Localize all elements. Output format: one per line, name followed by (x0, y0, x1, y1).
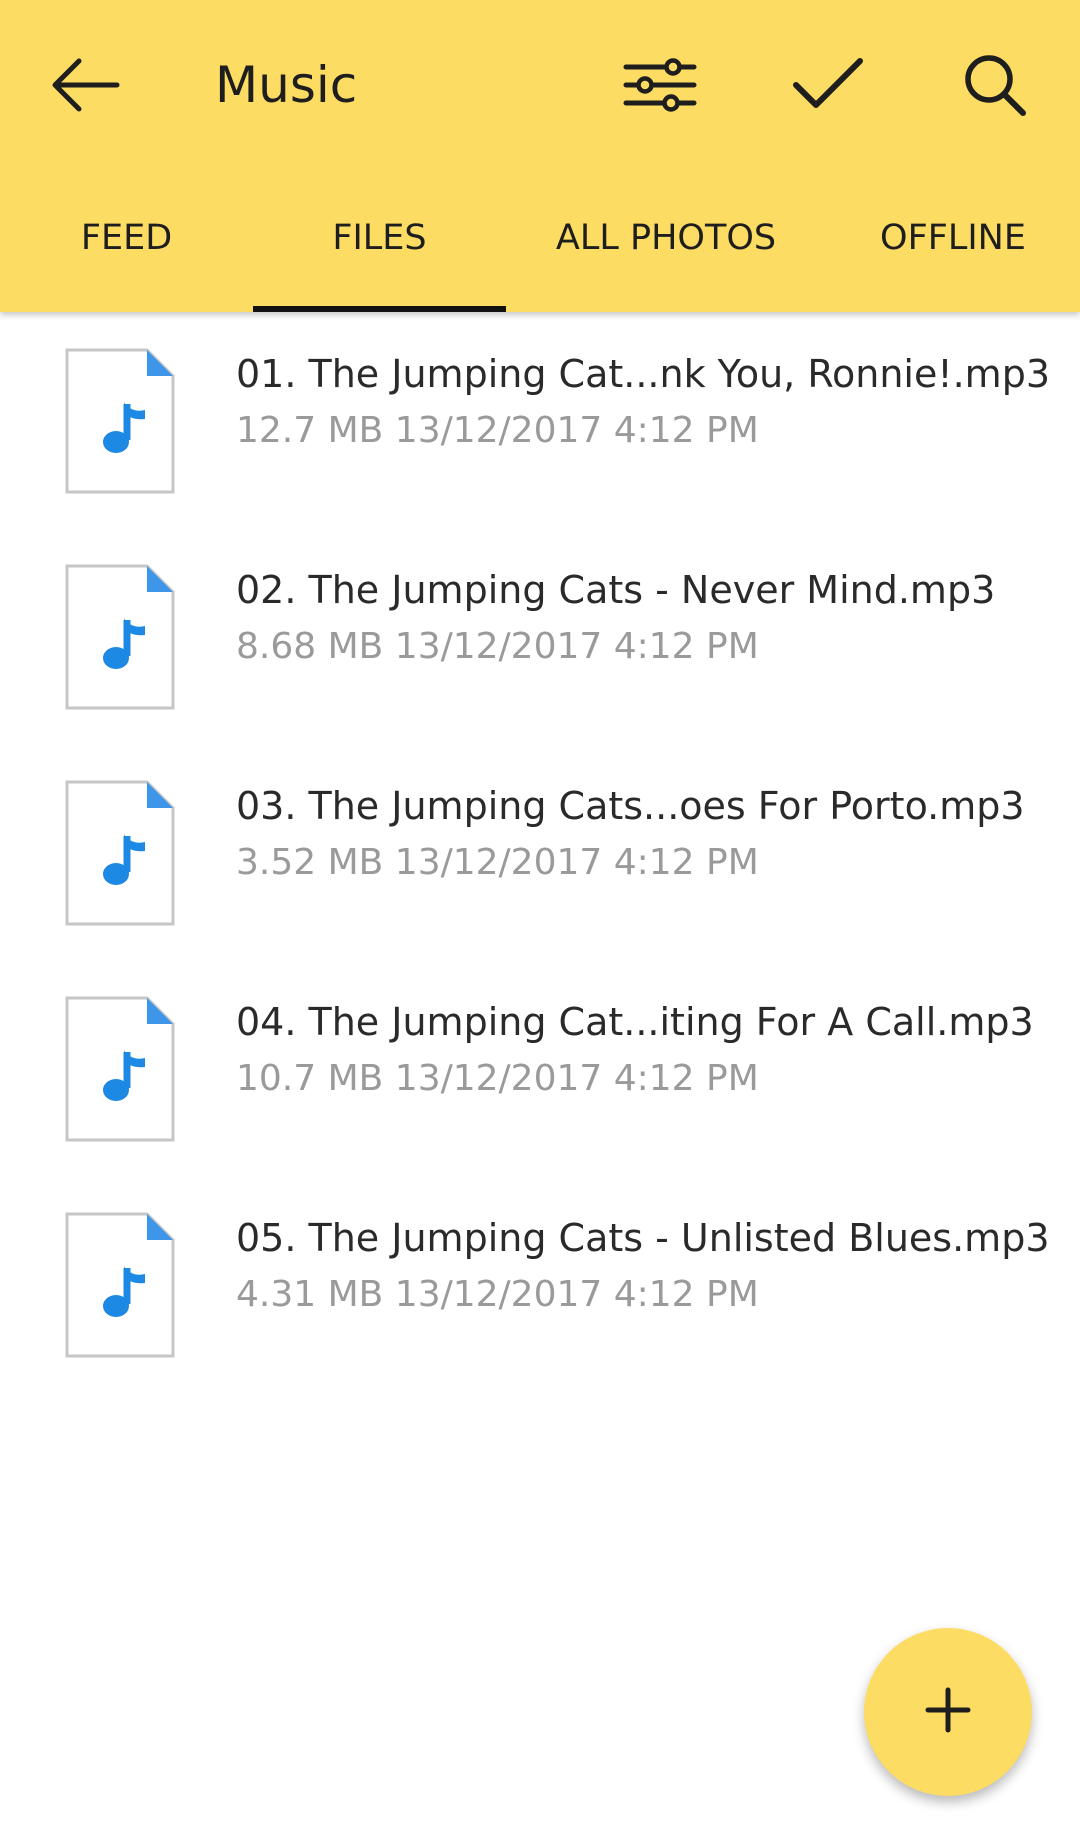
tab-label: FEED (80, 218, 173, 258)
file-name: 04. The Jumping Cat...iting For A Call.m… (236, 1000, 1034, 1044)
arrow-left-icon (49, 57, 121, 113)
tab-files[interactable]: FILES (253, 190, 506, 312)
music-file-icon (65, 348, 175, 494)
list-item[interactable]: 01. The Jumping Cat...nk You, Ronnie!.mp… (0, 330, 1080, 546)
tab-offline[interactable]: OFFLINE (826, 190, 1080, 312)
tab-feed[interactable]: FEED (0, 190, 253, 312)
list-item[interactable]: 04. The Jumping Cat...iting For A Call.m… (0, 978, 1080, 1194)
tab-label: ALL PHOTOS (555, 218, 777, 258)
list-item[interactable]: 03. The Jumping Cats...oes For Porto.mp3… (0, 762, 1080, 978)
filter-button[interactable] (605, 30, 715, 140)
tab-bar: FEED FILES ALL PHOTOS OFFLINE (0, 190, 1080, 312)
list-item[interactable]: 02. The Jumping Cats - Never Mind.mp3 8.… (0, 546, 1080, 762)
app-bar: Music FEED FILES ALL PHOTOS OFFLINE (0, 0, 1080, 312)
sliders-icon (623, 57, 697, 113)
search-icon (962, 52, 1028, 118)
tab-label: OFFLINE (880, 218, 1026, 258)
back-button[interactable] (30, 30, 140, 140)
search-button[interactable] (940, 30, 1050, 140)
plus-icon (924, 1686, 972, 1738)
file-meta: 12.7 MB 13/12/2017 4:12 PM (236, 410, 759, 451)
file-meta: 10.7 MB 13/12/2017 4:12 PM (236, 1058, 759, 1099)
tab-label: FILES (332, 218, 427, 258)
tab-all-photos[interactable]: ALL PHOTOS (506, 190, 826, 312)
checkmark-icon (792, 57, 864, 113)
music-file-icon (65, 1212, 175, 1358)
list-item[interactable]: 05. The Jumping Cats - Unlisted Blues.mp… (0, 1194, 1080, 1410)
toolbar: Music (0, 0, 1080, 170)
page-title: Music (215, 56, 358, 114)
file-name: 01. The Jumping Cat...nk You, Ronnie!.mp… (236, 352, 1050, 396)
music-file-icon (65, 996, 175, 1142)
file-name: 03. The Jumping Cats...oes For Porto.mp3 (236, 784, 1025, 828)
file-meta: 3.52 MB 13/12/2017 4:12 PM (236, 842, 759, 883)
file-name: 05. The Jumping Cats - Unlisted Blues.mp… (236, 1216, 1050, 1260)
select-button[interactable] (773, 30, 883, 140)
file-name: 02. The Jumping Cats - Never Mind.mp3 (236, 568, 996, 612)
add-button[interactable] (864, 1628, 1032, 1796)
file-meta: 4.31 MB 13/12/2017 4:12 PM (236, 1274, 759, 1315)
selected-tab-indicator (253, 306, 506, 312)
music-file-icon (65, 564, 175, 710)
music-file-icon (65, 780, 175, 926)
file-list: 01. The Jumping Cat...nk You, Ronnie!.mp… (0, 330, 1080, 1410)
file-meta: 8.68 MB 13/12/2017 4:12 PM (236, 626, 759, 667)
